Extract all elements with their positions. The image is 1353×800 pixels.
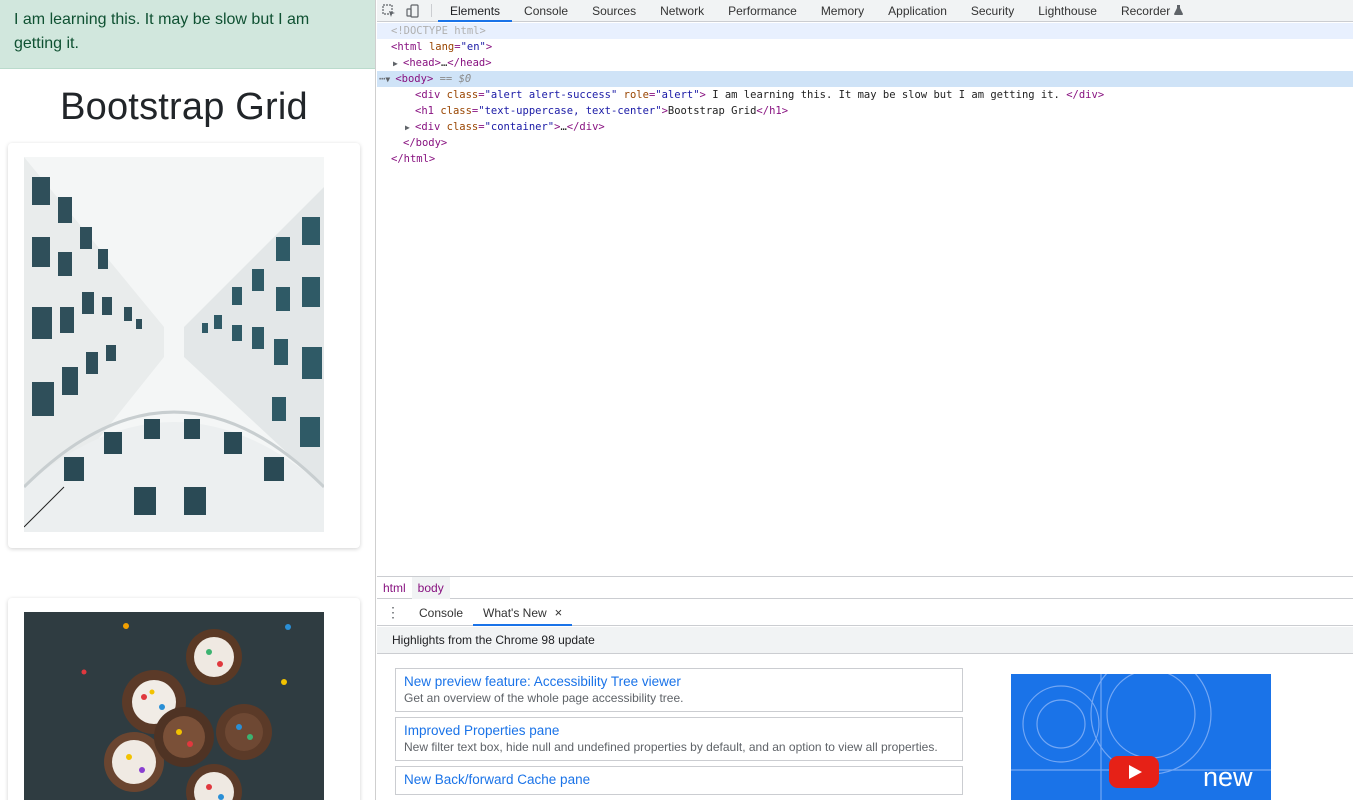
list-item[interactable]: Improved Properties pane New filter text… [395,717,963,761]
body-close-tag: </body> [403,137,448,149]
dom-line-body[interactable]: ⋯▼ <body> == $0 [377,71,1353,87]
news-item-desc: Get an overview of the whole page access… [404,691,684,705]
flask-icon [1174,4,1184,18]
h1-class-attr: class [440,105,472,117]
tab-elements[interactable]: Elements [438,0,513,22]
html-attr-name: lang [428,41,455,53]
whats-new-header: Highlights from the Chrome 98 update [377,627,1353,654]
select-element-icon[interactable] [377,0,401,21]
news-item-desc: New filter text box, hide null and undef… [404,740,938,754]
selected-marker: == $0 [439,73,472,85]
alert-role-value: "alert" [655,89,700,101]
html-tag: html [397,41,423,53]
tab-lighthouse[interactable]: Lighthouse [1026,0,1109,21]
dom-line-container[interactable]: ▶ <div class="container">…</div> [377,119,1353,135]
tab-network[interactable]: Network [648,0,716,21]
dom-tree: <!DOCTYPE html> <html lang="en"> ▶ <head>… [377,23,1353,575]
more-vertical-icon[interactable]: ⋮ [377,600,409,625]
breadcrumb: html body [377,576,1353,599]
h1-class-value: "text-uppercase, text-center" [478,105,662,117]
devtools-panel: Elements Console Sources Network Perform… [377,0,1353,800]
breadcrumb-body[interactable]: body [411,576,450,599]
page-title: Bootstrap Grid [60,86,308,128]
device-toolbar-icon[interactable] [401,0,425,21]
dom-line-head[interactable]: ▶ <head>…</head> [377,55,1353,71]
alert-div-close: div [1078,89,1098,101]
devtools-tabbar: Elements Console Sources Network Perform… [377,0,1353,22]
tab-sources[interactable]: Sources [580,0,648,21]
collapse-triangle-icon[interactable]: ▼ [385,72,395,88]
dom-line-alert[interactable]: <div class="alert alert-success" role="a… [377,87,1353,103]
container-close-tag: div [579,121,599,133]
tab-application[interactable]: Application [876,0,959,21]
head-tag: head [409,57,435,69]
container-class-attr: class [446,121,479,133]
drawer-tab-whats-new[interactable]: What's New × [473,600,573,626]
container-class-value: "container" [484,121,555,133]
close-icon[interactable]: × [555,605,563,620]
html-attr-value: "en" [460,41,486,53]
head-close-tag: head [459,57,486,69]
list-item[interactable]: New Back/forward Cache pane [395,766,963,795]
drawer-tab-whats-new-label: What's New [483,605,547,620]
card-cupcakes [8,598,360,800]
breadcrumb-html[interactable]: html [377,577,412,599]
tab-security[interactable]: Security [959,0,1026,21]
news-item-title[interactable]: New Back/forward Cache pane [404,771,954,788]
video-label: new [1203,762,1253,792]
drawer-tabbar: ⋮ Console What's New × [377,600,1353,626]
alert-div-tag: div [421,89,441,101]
news-item-title[interactable]: Improved Properties pane [404,722,954,739]
alert-class-attr: class [446,89,479,101]
tab-recorder[interactable]: Recorder [1109,0,1195,21]
expand-triangle-icon[interactable]: ▶ [405,120,415,136]
h1-tag: h1 [421,105,434,117]
dom-line-doctype[interactable]: <!DOCTYPE html> [377,23,1353,39]
alert-success: I am learning this. It may be slow but I… [0,0,375,69]
html-close-tag: </html> [391,153,436,165]
drawer-tab-console[interactable]: Console [409,600,473,625]
dom-line-body-close[interactable]: </body> [377,135,1353,151]
alert-text: I am learning this. It may be slow but I… [14,11,310,52]
page-viewport: I am learning this. It may be slow but I… [0,0,376,800]
news-item-title[interactable]: New preview feature: Accessibility Tree … [404,673,954,690]
whats-new-video-thumbnail[interactable]: new [1011,674,1271,800]
alert-role-attr: role [623,89,649,101]
whats-new-list: New preview feature: Accessibility Tree … [395,668,963,800]
tab-performance[interactable]: Performance [716,0,809,21]
toolbar-divider [431,4,432,17]
h1-close-tag: h1 [769,105,782,117]
alert-class-value: "alert alert-success" [484,89,618,101]
cupcakes-image [24,612,324,800]
alert-node-text: I am learning this. It may be slow but I… [705,89,1067,101]
tab-memory[interactable]: Memory [809,0,876,21]
expand-triangle-icon[interactable]: ▶ [393,56,403,72]
dom-line-html-close[interactable]: </html> [377,151,1353,167]
h1-node-text: Bootstrap Grid [667,105,757,117]
container-div-tag: div [421,121,441,133]
list-item[interactable]: New preview feature: Accessibility Tree … [395,668,963,712]
dom-line-html[interactable]: <html lang="en"> [377,39,1353,55]
dom-line-h1[interactable]: <h1 class="text-uppercase, text-center">… [377,103,1353,119]
body-tag: body [401,73,427,85]
card-building [8,143,360,548]
tab-console[interactable]: Console [512,0,580,21]
doctype-text: <!DOCTYPE html> [391,25,486,37]
building-image [24,157,324,532]
tab-recorder-label: Recorder [1120,3,1171,18]
play-icon[interactable] [1109,756,1159,788]
